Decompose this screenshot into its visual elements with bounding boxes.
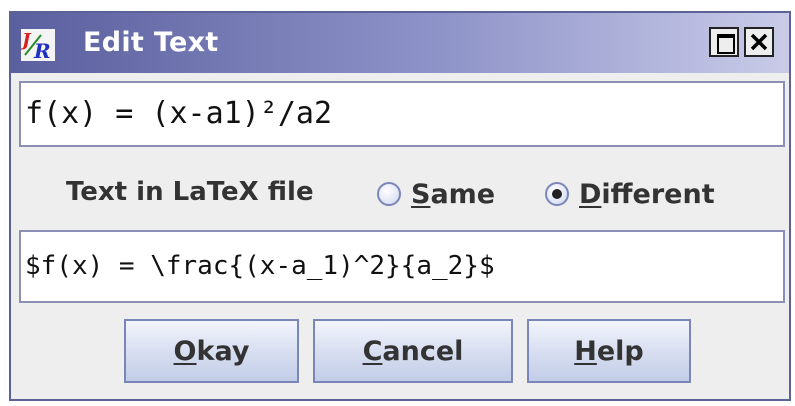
radio-same-label: Same	[411, 178, 496, 210]
latex-option-row: Text in LaTeX file Same Different	[11, 173, 789, 215]
maximize-icon[interactable]	[709, 27, 739, 57]
radio-different-circle[interactable]	[545, 182, 569, 206]
close-icon[interactable]	[744, 27, 774, 57]
edit-text-dialog: J R Edit Text f(x) = (x-a1)²/a2 Text in …	[9, 11, 791, 401]
latex-input[interactable]: $f(x) = \frac{(x-a_1)^2}{a_2}$	[19, 230, 785, 303]
radio-same-circle[interactable]	[377, 182, 401, 206]
radio-different[interactable]: Different	[545, 177, 715, 211]
text-input[interactable]: f(x) = (x-a1)²/a2	[19, 81, 785, 147]
window-title: Edit Text	[83, 27, 219, 58]
radio-different-label: Different	[579, 178, 715, 210]
radio-same[interactable]: Same	[377, 177, 495, 211]
okay-button[interactable]: Okay	[124, 319, 299, 383]
app-logo-icon: J R	[19, 29, 55, 63]
title-bar[interactable]: J R Edit Text	[11, 13, 789, 73]
help-button[interactable]: Help	[527, 319, 691, 383]
latex-file-label: Text in LaTeX file	[66, 177, 314, 207]
cancel-button[interactable]: Cancel	[313, 319, 513, 383]
